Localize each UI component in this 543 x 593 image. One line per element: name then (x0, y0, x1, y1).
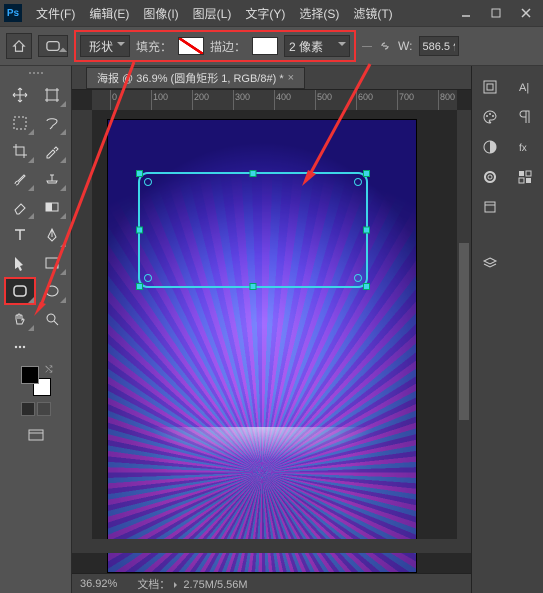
vertical-scrollbar[interactable] (457, 110, 471, 553)
app-logo: Ps (4, 4, 22, 22)
canvas-viewport[interactable]: 0100200300400500600700800 (72, 90, 471, 573)
window-close-button[interactable] (513, 3, 539, 23)
move-tool[interactable] (5, 82, 35, 108)
window-minimize-button[interactable] (453, 3, 479, 23)
close-icon[interactable]: × (288, 72, 294, 84)
transform-handle[interactable] (250, 170, 257, 177)
stroke-width-field[interactable] (284, 35, 350, 57)
crop-tool[interactable] (5, 138, 35, 164)
panel-gripper[interactable] (24, 72, 48, 78)
tool-mode-label: 形状 (89, 38, 113, 55)
right-panels: A| fx (471, 66, 543, 593)
fill-swatch[interactable] (178, 37, 204, 55)
transform-handle[interactable] (363, 227, 370, 234)
eraser-tool[interactable] (5, 194, 35, 220)
tools-panel: ⤭ (0, 66, 72, 593)
swap-colors-icon[interactable]: ⤭ (45, 364, 52, 375)
options-bar: 形状 填充： 描边： W: (0, 26, 543, 66)
horizontal-scrollbar[interactable] (92, 539, 457, 553)
menu-filter[interactable]: 滤镜(T) (347, 2, 398, 25)
stroke-width-input[interactable] (285, 36, 335, 56)
glyphs-panel-icon[interactable]: fx (514, 136, 536, 158)
corner-radius-handle[interactable] (354, 274, 362, 282)
canvas[interactable] (108, 120, 416, 572)
svg-text:fx: fx (519, 143, 527, 154)
document-tab-title: 海报 @ 36.9% (圆角矩形 1, RGB/8#) * (97, 70, 284, 86)
transform-handle[interactable] (363, 283, 370, 290)
rectangle-tool[interactable] (37, 250, 67, 276)
foreground-color-swatch[interactable] (21, 366, 39, 384)
adjustments-panel-icon[interactable] (479, 136, 501, 158)
doc-info-label[interactable]: 文档： (137, 579, 180, 591)
lasso-tool[interactable] (37, 110, 67, 136)
zoom-tool[interactable] (37, 306, 67, 332)
stroke-label: 描边： (210, 38, 246, 55)
selected-shape[interactable] (138, 172, 368, 288)
screen-mode-button[interactable] (24, 424, 48, 448)
fill-label: 填充： (136, 38, 172, 55)
tool-mode-dropdown[interactable]: 形状 (80, 35, 130, 57)
swatches-panel-icon[interactable] (514, 166, 536, 188)
document-tab-bar: 海报 @ 36.9% (圆角矩形 1, RGB/8#) * × (72, 66, 471, 90)
menu-edit[interactable]: 编辑(E) (83, 2, 135, 25)
corner-radius-handle[interactable] (144, 274, 152, 282)
stroke-swatch[interactable] (252, 37, 278, 55)
clone-stamp-tool[interactable] (37, 166, 67, 192)
ellipse-tool[interactable] (37, 278, 67, 304)
properties-panel-icon[interactable] (479, 196, 501, 218)
width-label: W: (398, 39, 412, 53)
foreground-background-colors[interactable]: ⤭ (21, 366, 51, 396)
hand-tool[interactable] (5, 306, 35, 332)
eyedropper-tool[interactable] (37, 138, 67, 164)
transform-handle[interactable] (136, 227, 143, 234)
menu-image[interactable]: 图像(I) (137, 2, 184, 25)
marquee-tool[interactable] (5, 110, 35, 136)
transform-handle[interactable] (363, 170, 370, 177)
color-panel-icon[interactable] (479, 106, 501, 128)
libraries-panel-icon[interactable] (479, 166, 501, 188)
transform-handle[interactable] (250, 283, 257, 290)
artboard-tool[interactable] (37, 82, 67, 108)
quick-mask-toggle[interactable] (21, 402, 51, 416)
menu-select[interactable]: 选择(S) (293, 2, 345, 25)
corner-radius-handle[interactable] (144, 178, 152, 186)
separator (362, 46, 372, 47)
zoom-level[interactable]: 36.92% (80, 578, 117, 590)
menu-layer[interactable]: 图层(L) (187, 2, 238, 25)
document-area: 海报 @ 36.9% (圆角矩形 1, RGB/8#) * × 01002003… (72, 66, 471, 593)
rounded-rectangle-tool[interactable] (5, 278, 35, 304)
brush-tool[interactable] (5, 166, 35, 192)
menubar: Ps 文件(F) 编辑(E) 图像(I) 图层(L) 文字(Y) 选择(S) 滤… (0, 0, 543, 26)
scrollbar-thumb[interactable] (459, 243, 469, 420)
ruler-horizontal[interactable]: 0100200300400500600700800 (92, 90, 457, 110)
doc-info-value: 2.75M/5.56M (183, 579, 247, 591)
svg-text:A|: A| (519, 82, 529, 94)
corner-radius-handle[interactable] (354, 178, 362, 186)
type-tool[interactable] (5, 222, 35, 248)
transform-handle[interactable] (136, 283, 143, 290)
path-selection-tool[interactable] (5, 250, 35, 276)
paragraph-panel-icon[interactable] (514, 106, 536, 128)
edit-toolbar-button[interactable] (5, 334, 35, 360)
character-panel-icon[interactable]: A| (514, 76, 536, 98)
home-button[interactable] (6, 33, 32, 59)
pen-tool[interactable] (37, 222, 67, 248)
width-input[interactable] (419, 36, 459, 56)
tool-preset-picker[interactable] (38, 35, 68, 57)
link-icon[interactable] (378, 39, 392, 53)
menu-file[interactable]: 文件(F) (30, 2, 81, 25)
history-panel-icon[interactable] (479, 76, 501, 98)
chevron-down-icon[interactable] (335, 42, 349, 50)
ruler-vertical[interactable] (72, 110, 92, 553)
options-highlight-annotation: 形状 填充： 描边： (74, 30, 356, 62)
menu-type[interactable]: 文字(Y) (239, 2, 291, 25)
document-tab[interactable]: 海报 @ 36.9% (圆角矩形 1, RGB/8#) * × (86, 67, 305, 89)
window-maximize-button[interactable] (483, 3, 509, 23)
transform-handle[interactable] (136, 170, 143, 177)
gradient-tool[interactable] (37, 194, 67, 220)
layers-panel-icon[interactable] (479, 252, 501, 274)
status-bar: 36.92% 文档： 2.75M/5.56M (72, 573, 471, 593)
